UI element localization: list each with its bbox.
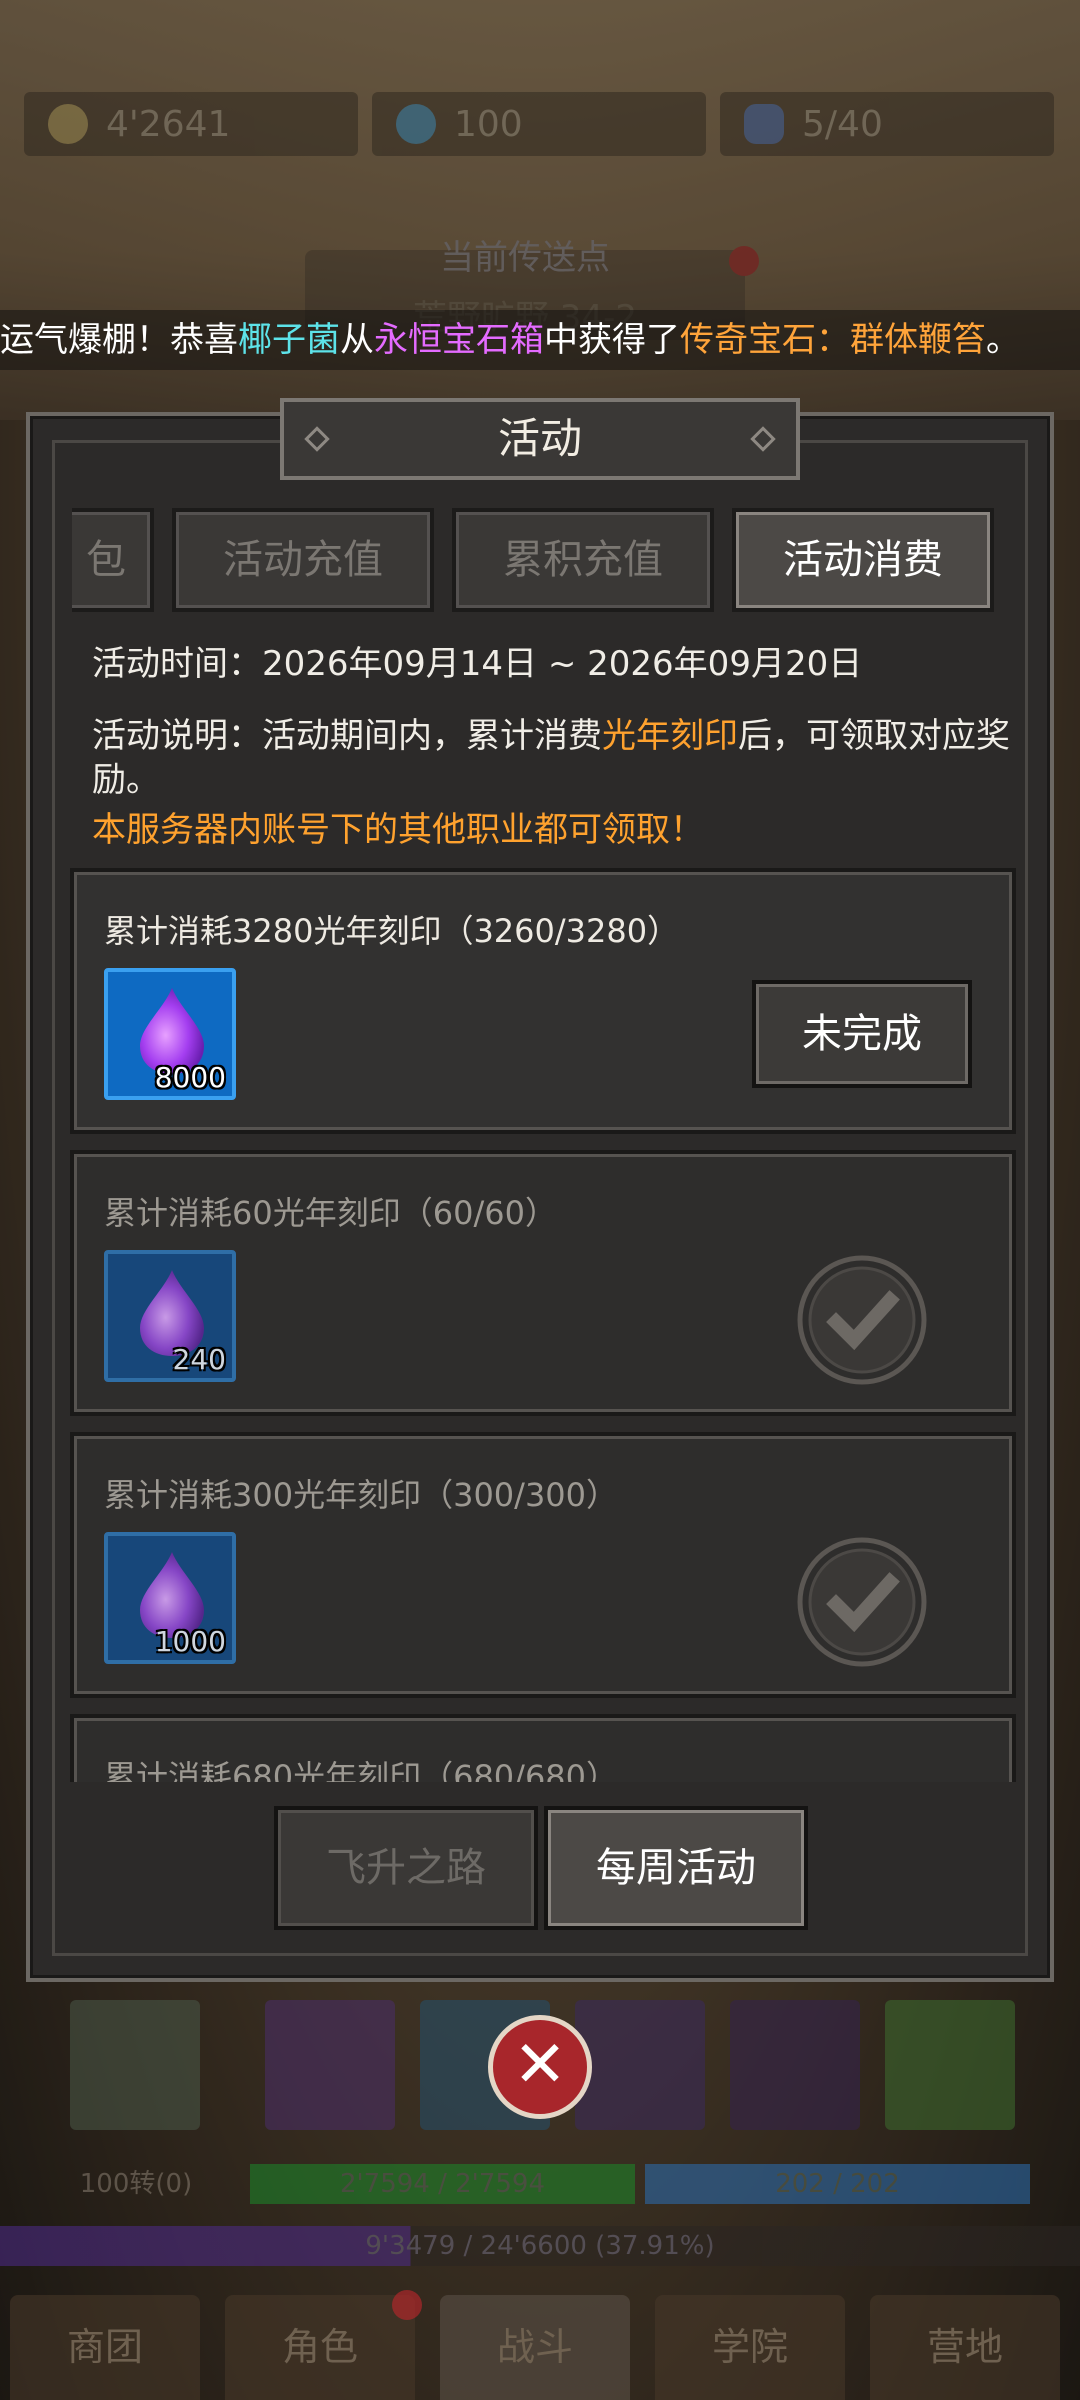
skill-slot: [730, 2000, 860, 2130]
skill-slot: [575, 2000, 705, 2130]
nav-battle[interactable]: 战斗: [440, 2295, 630, 2400]
marquee-end: 。: [986, 320, 1020, 360]
nav-guild[interactable]: 商团: [10, 2295, 200, 2400]
reward-title: 累计消耗3280光年刻印（3260/3280）: [104, 912, 680, 950]
marquee-from: 从: [340, 320, 374, 360]
desc-prefix: 活动说明：活动期间内，累计消费: [92, 716, 602, 756]
activity-note: 本服务器内账号下的其他职业都可领取！: [92, 810, 704, 850]
reward-card: 累计消耗680光年刻印（680/680）: [70, 1714, 1016, 1782]
notification-dot: [392, 2290, 422, 2320]
desc-currency: 光年刻印: [602, 716, 738, 756]
reward-card: 累计消耗3280光年刻印（3260/3280） 8000 未完成: [70, 868, 1016, 1134]
diamond-icon: [304, 426, 330, 452]
close-button[interactable]: ✕: [488, 2015, 592, 2119]
level-label: 100转(0): [79, 2169, 193, 2199]
activity-panel: 活动 包 活动充值 累积充值 活动消费 活动时间：2026年09月14日 ~ 2…: [26, 398, 1054, 1982]
claimed-check-icon: [797, 1255, 927, 1385]
exp-bar: 9'3479 / 24'6600 (37.91%): [0, 2226, 1080, 2266]
activity-tabs: 包 活动充值 累积充值 活动消费: [72, 508, 1012, 616]
activity-time: 活动时间：2026年09月14日 ~ 2026年09月20日: [92, 644, 863, 684]
diamond-icon: [750, 426, 776, 452]
nav-academy[interactable]: 学院: [655, 2295, 845, 2400]
tab-activity-consumption[interactable]: 活动消费: [732, 508, 994, 612]
skill-slot: [885, 2000, 1015, 2130]
tab-gift-pack[interactable]: 包: [72, 508, 154, 612]
activity-description: 活动说明：活动期间内，累计消费光年刻印后，可领取对应奖励。: [92, 714, 1022, 802]
hp-bar: 2'7594 / 2'7594: [250, 2164, 635, 2204]
item-quantity: 1000: [154, 1625, 226, 1658]
claimed-check-icon: [797, 1537, 927, 1667]
marquee-got: 中获得了: [544, 320, 680, 360]
character-avatar: [70, 2000, 200, 2130]
reward-title: 累计消耗300光年刻印（300/300）: [104, 1476, 619, 1514]
reward-item[interactable]: 240: [104, 1250, 236, 1382]
reward-card: 累计消耗300光年刻印（300/300） 1000: [70, 1432, 1016, 1698]
tab-weekly-events[interactable]: 每周活动: [544, 1806, 808, 1930]
announcement-marquee: 运气爆棚！恭喜椰子菌从永恒宝石箱中获得了传奇宝石：群体鞭笞。: [0, 310, 1080, 370]
panel-title-plate: 活动: [280, 398, 800, 480]
reward-card: 累计消耗60光年刻印（60/60） 240: [70, 1150, 1016, 1416]
reward-title: 累计消耗680光年刻印（680/680）: [104, 1758, 619, 1782]
tab-cumulative-recharge[interactable]: 累积充值: [452, 508, 714, 612]
item-quantity: 240: [172, 1343, 226, 1376]
nav-camp[interactable]: 营地: [870, 2295, 1060, 2400]
panel-title: 活动: [497, 414, 582, 463]
tab-ascension-path[interactable]: 飞升之路: [274, 1806, 538, 1930]
reward-title: 累计消耗60光年刻印（60/60）: [104, 1194, 557, 1232]
marquee-reward: 传奇宝石：群体鞭笞: [680, 320, 986, 360]
reward-item[interactable]: 1000: [104, 1532, 236, 1664]
incomplete-button[interactable]: 未完成: [752, 980, 972, 1088]
skill-slot: [265, 2000, 395, 2130]
marquee-prefix: 运气爆棚！恭喜: [0, 320, 238, 360]
mp-bar: 202 / 202: [645, 2164, 1030, 2204]
marquee-player: 椰子菌: [238, 320, 340, 360]
tab-activity-recharge[interactable]: 活动充值: [172, 508, 434, 612]
marquee-chest: 永恒宝石箱: [374, 320, 544, 360]
nav-character[interactable]: 角色: [225, 2295, 415, 2400]
item-quantity: 8000: [154, 1061, 226, 1094]
reward-item[interactable]: 8000: [104, 968, 236, 1100]
reward-list[interactable]: 累计消耗3280光年刻印（3260/3280） 8000 未完成 累计消耗60光…: [70, 868, 1016, 1782]
